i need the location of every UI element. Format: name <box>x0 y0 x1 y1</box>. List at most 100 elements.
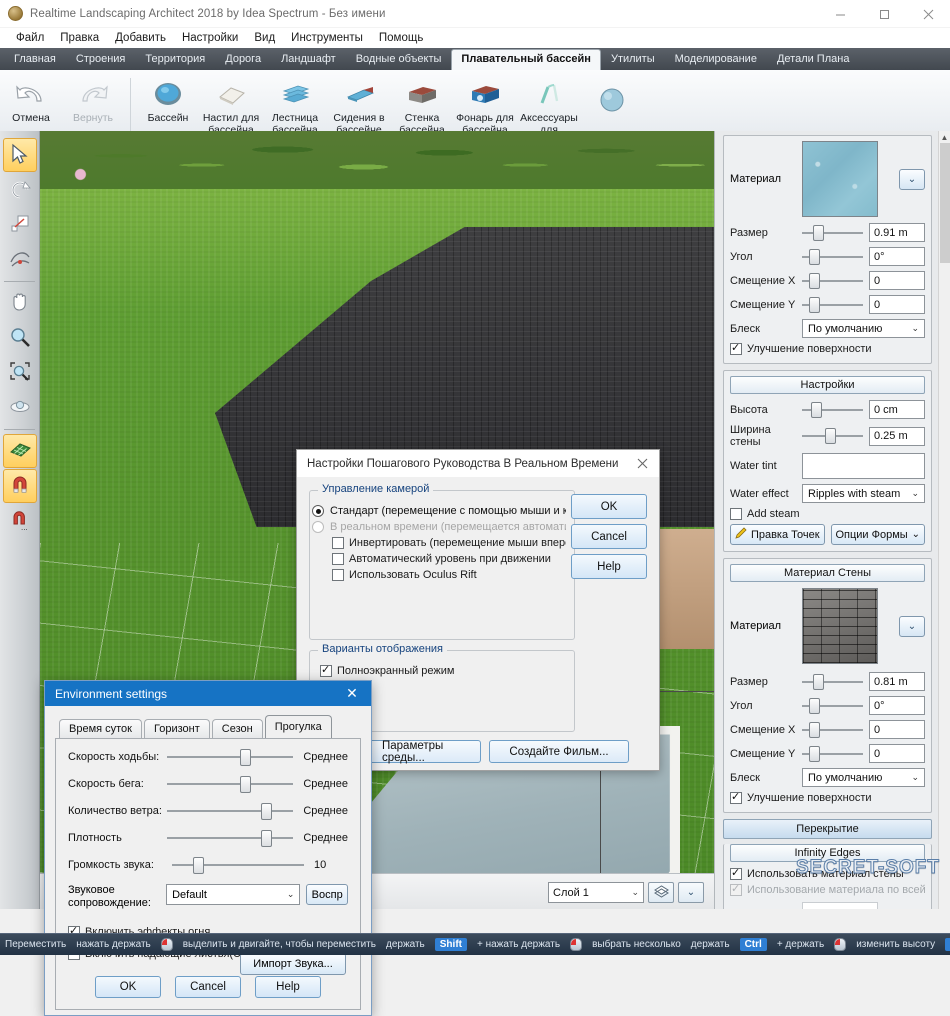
wall-surface-enhance-checkbox[interactable]: Улучшение поверхности <box>730 790 925 804</box>
zoom-window-tool-button[interactable] <box>3 356 37 390</box>
layer-select[interactable]: Слой 1 ⌄ <box>548 882 644 903</box>
menu-item-view[interactable]: Вид <box>246 30 283 46</box>
environment-help-button[interactable]: Help <box>255 976 321 998</box>
rotate-tool-button[interactable] <box>3 173 37 207</box>
shape-options-button[interactable]: Опции Формы ⌄ <box>830 524 925 545</box>
close-button[interactable] <box>906 0 950 28</box>
properties-scrollbar[interactable]: ▲ <box>938 131 950 909</box>
ribbon-tab-terrain[interactable]: Территория <box>135 49 215 70</box>
pool-angle-value[interactable]: 0° <box>869 247 925 266</box>
env-tab-horizon[interactable]: Горизонт <box>144 719 210 738</box>
ribbon-tab-landscape[interactable]: Ландшафт <box>271 49 346 70</box>
run-speed-slider[interactable] <box>167 775 294 793</box>
pool-offsety-slider[interactable] <box>802 296 863 313</box>
wall-angle-value[interactable]: 0° <box>869 696 925 715</box>
environment-ok-button[interactable]: OK <box>95 976 161 998</box>
wall-width-slider[interactable] <box>802 428 863 444</box>
pool-material-thumbnail[interactable] <box>802 141 878 217</box>
env-tab-walkthrough[interactable]: Прогулка <box>264 715 332 738</box>
add-steam-checkbox[interactable]: Add steam <box>730 508 925 520</box>
orbit-tool-button[interactable] <box>3 391 37 425</box>
menu-item-add[interactable]: Добавить <box>107 30 174 46</box>
pool-surface-enhance-checkbox[interactable]: Улучшение поверхности <box>730 341 925 355</box>
height-value[interactable]: 0 cm <box>869 400 925 419</box>
pool-size-slider[interactable] <box>802 224 863 241</box>
ribbon-tab-water[interactable]: Водные объекты <box>346 49 452 70</box>
layers-button[interactable] <box>648 882 674 903</box>
wall-offsetx-value[interactable]: 0 <box>869 720 925 739</box>
wall-offsety-slider[interactable] <box>802 745 863 762</box>
ribbon-tab-pool[interactable]: Плавательный бассейн <box>451 49 601 70</box>
environment-cancel-button[interactable]: Cancel <box>175 976 241 998</box>
grid-tool-button[interactable] <box>2 434 37 468</box>
ribbon-tab-modeling[interactable]: Моделирование <box>665 49 767 70</box>
wall-material-thumbnail[interactable] <box>802 588 878 664</box>
settings-header[interactable]: Настройки <box>730 376 925 394</box>
zoom-tool-button[interactable] <box>3 321 37 355</box>
water-effect-select[interactable]: Ripples with steam ⌄ <box>802 484 925 503</box>
sound-track-select[interactable]: Default ⌄ <box>166 884 301 905</box>
wall-offsety-value[interactable]: 0 <box>869 744 925 763</box>
oculus-rift-checkbox[interactable]: Использовать Oculus Rift <box>332 569 566 581</box>
wall-size-slider[interactable] <box>802 673 863 690</box>
height-slider[interactable] <box>802 401 863 418</box>
walkthrough-cancel-button[interactable]: Cancel <box>571 524 647 549</box>
ribbon-tab-road[interactable]: Дорога <box>215 49 271 70</box>
wall-gloss-select[interactable]: По умолчанию ⌄ <box>802 768 925 787</box>
layer-dropdown-button[interactable]: ⌄ <box>678 882 704 903</box>
pool-gloss-select[interactable]: По умолчанию ⌄ <box>802 319 925 338</box>
curve-tool-button[interactable] <box>3 243 37 277</box>
walk-speed-slider[interactable] <box>167 748 294 766</box>
create-movie-button[interactable]: Создайте Фильм... <box>489 740 629 763</box>
menu-item-edit[interactable]: Правка <box>52 30 107 46</box>
minimize-button[interactable] <box>818 0 862 28</box>
walkthrough-help-button[interactable]: Help <box>571 554 647 579</box>
env-tab-season[interactable]: Сезон <box>211 719 263 738</box>
menu-item-file[interactable]: Файл <box>8 30 52 46</box>
ribbon-tab-utilities[interactable]: Утилиты <box>601 49 665 70</box>
pool-angle-slider[interactable] <box>802 248 863 265</box>
pool-offsety-value[interactable]: 0 <box>869 295 925 314</box>
wall-width-value[interactable]: 0.25 m <box>869 426 925 446</box>
play-sound-button[interactable]: Воспр <box>306 884 348 905</box>
wall-material-header[interactable]: Материал Стены <box>730 564 925 582</box>
scale-tool-button[interactable] <box>3 208 37 242</box>
scroll-up-icon[interactable]: ▲ <box>939 131 950 143</box>
menu-item-tools[interactable]: Инструменты <box>283 30 371 46</box>
snap-tool-button[interactable] <box>2 469 37 503</box>
pool-material-dropdown-button[interactable]: ⌄ <box>899 168 925 190</box>
env-tab-time-of-day[interactable]: Время суток <box>59 719 142 738</box>
invert-mouse-checkbox[interactable]: Инвертировать (перемещение мыши вперёд <box>332 537 566 549</box>
radio-realtime-camera[interactable]: В реальном времени (перемещается автомат… <box>312 521 566 533</box>
coping-button[interactable]: Перекрытие <box>723 819 932 839</box>
pan-tool-button[interactable] <box>3 286 37 320</box>
edit-points-button[interactable]: Правка Точек <box>730 524 825 545</box>
maximize-button[interactable] <box>862 0 906 28</box>
sound-volume-slider[interactable] <box>172 856 304 874</box>
wall-angle-slider[interactable] <box>802 697 863 714</box>
close-icon[interactable]: ✕ <box>339 681 365 706</box>
scrollbar-thumb[interactable] <box>940 143 950 263</box>
wall-offsetx-slider[interactable] <box>802 721 863 738</box>
radio-standard-camera[interactable]: Стандарт (перемещение с помощью мыши и к… <box>312 505 566 517</box>
ribbon-tab-home[interactable]: Главная <box>4 49 66 70</box>
water-tint-swatch[interactable] <box>802 453 925 479</box>
select-tool-button[interactable] <box>2 138 37 172</box>
snap-options-tool-button[interactable]: ... <box>3 504 37 538</box>
fullscreen-checkbox[interactable]: Полноэкранный режим <box>320 663 566 677</box>
pool-offsetx-slider[interactable] <box>802 272 863 289</box>
walkthrough-ok-button[interactable]: OK <box>571 494 647 519</box>
pool-size-value[interactable]: 0.91 m <box>869 223 925 242</box>
wall-material-dropdown-button[interactable]: ⌄ <box>899 615 925 637</box>
import-sound-button[interactable]: Импорт Звука... <box>240 953 346 975</box>
ribbon-tab-buildings[interactable]: Строения <box>66 49 136 70</box>
density-slider[interactable] <box>167 829 294 847</box>
wind-amount-slider[interactable] <box>167 802 294 820</box>
menu-item-settings[interactable]: Настройки <box>174 30 246 46</box>
wall-size-value[interactable]: 0.81 m <box>869 672 925 691</box>
env-params-button[interactable]: Параметры среды... <box>369 740 481 764</box>
menu-item-help[interactable]: Помощь <box>371 30 431 46</box>
close-icon[interactable] <box>625 450 659 477</box>
pool-offsetx-value[interactable]: 0 <box>869 271 925 290</box>
auto-level-checkbox[interactable]: Автоматический уровень при движении <box>332 553 566 565</box>
